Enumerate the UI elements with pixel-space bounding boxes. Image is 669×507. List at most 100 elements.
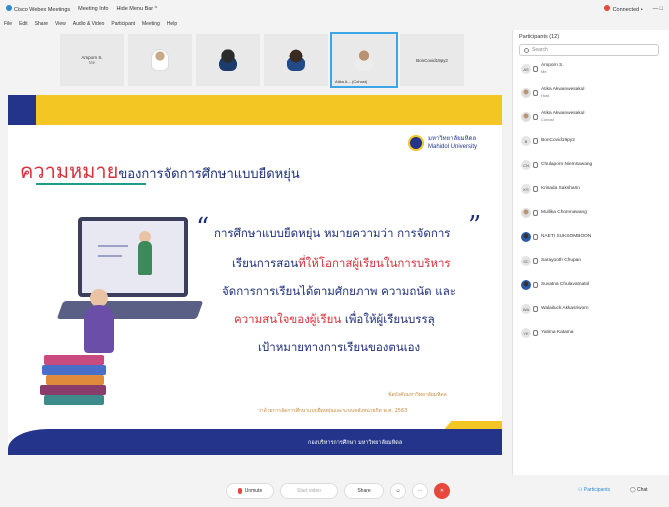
- open-quote: “: [196, 213, 210, 243]
- participant-row[interactable]: CN Chulaporn Niemsawang: [521, 158, 661, 172]
- close-icon: ✕: [439, 488, 445, 494]
- webex-window: Cisco Webex Meetings Meeting Info Hide M…: [0, 0, 669, 507]
- video-tile-participant[interactable]: [128, 34, 192, 86]
- book-stack: [42, 365, 106, 375]
- meeting-controls: Unmute Start video Share ☺ ⋯ ✕ ⚇ Partici…: [0, 475, 669, 507]
- video-tile-name: BonCovid19py2: [416, 57, 448, 63]
- video-tile-participant[interactable]: [196, 34, 260, 86]
- student-figure: [84, 305, 114, 353]
- participant-video: [219, 49, 237, 71]
- video-tile-active-speaker[interactable]: Atika A... (Cohost): [330, 32, 398, 88]
- participant-row[interactable]: SC Sarayooth Chupan: [521, 254, 661, 268]
- mic-icon: [533, 90, 538, 96]
- menu-edit[interactable]: Edit: [19, 21, 28, 27]
- participant-row[interactable]: YK Yatima Katama: [521, 326, 661, 340]
- start-video-button[interactable]: Start video: [280, 483, 338, 499]
- app-title: Cisco Webex Meetings: [6, 5, 70, 13]
- connection-status[interactable]: Connected •: [603, 5, 643, 13]
- slide-footer-org: กองบริหารการศึกษา มหาวิทยาลัยมหิดล: [308, 440, 403, 446]
- menu-meeting[interactable]: Meeting: [142, 21, 160, 27]
- participant-name: Chulaporn Niemsawang: [541, 162, 593, 167]
- participant-name: NAETI SUKSOMBOON: [541, 234, 592, 239]
- mic-icon: [533, 186, 538, 192]
- more-icon: ⋯: [417, 488, 423, 494]
- menu-file[interactable]: File: [4, 21, 12, 27]
- teacher-figure: [138, 241, 152, 275]
- participant-row[interactable]: Mullika Chomnawang: [521, 206, 661, 220]
- participant-role: Cohost: [541, 117, 554, 122]
- mic-icon: [533, 258, 538, 264]
- avatar: [521, 232, 531, 242]
- participant-name: Suvatna Chulavatnatol: [541, 282, 590, 287]
- participant-row[interactable]: B BonCovid19py2: [521, 134, 661, 148]
- video-tile-name: Atika A... (Cohost): [335, 79, 368, 84]
- mic-icon: [533, 162, 538, 168]
- chat-icon: ◯: [630, 487, 637, 493]
- slide-bottom-accent: [444, 421, 502, 429]
- slide-bottom-banner: [8, 429, 502, 455]
- webex-logo-icon: [6, 5, 12, 11]
- menu-view[interactable]: View: [55, 21, 66, 27]
- more-options-button[interactable]: ⋯: [412, 483, 428, 499]
- participant-name: Yatima Katama: [541, 330, 574, 335]
- title-underline: [36, 183, 146, 185]
- video-strip: Amporn S. Me Atika A... (Cohost) BonCovi…: [0, 30, 510, 92]
- avatar: CN: [521, 160, 531, 170]
- mic-icon: [533, 138, 538, 144]
- menu-help[interactable]: Help: [167, 21, 177, 27]
- avatar: [521, 208, 531, 218]
- screen-line: [98, 255, 122, 257]
- university-name: มหาวิทยาลัยมหิดล Mahidol University: [428, 136, 478, 150]
- video-tile-participant[interactable]: [264, 34, 328, 86]
- avatar: AS: [521, 64, 531, 74]
- book-stack: [46, 375, 104, 385]
- participant-row[interactable]: WA Walailuck Akkasriworn: [521, 302, 661, 316]
- mic-icon: [533, 114, 538, 120]
- participant-video: [287, 49, 305, 71]
- reactions-button[interactable]: ☺: [390, 483, 406, 499]
- participants-header[interactable]: Participants (12): [519, 34, 559, 40]
- avatar: B: [521, 136, 531, 146]
- mic-icon: [533, 234, 538, 240]
- participant-name: Walailuck Akkasriworn: [541, 306, 589, 311]
- participant-search-input[interactable]: Search: [519, 44, 659, 56]
- video-tile-boncovid[interactable]: BonCovid19py2: [400, 34, 464, 86]
- quote-line-4: ความสนใจของผู้เรียน เพื่อให้ผู้เรียนบรรล…: [234, 312, 435, 326]
- mic-icon: [533, 330, 538, 336]
- mic-muted-icon: [237, 488, 242, 494]
- laptop-keyboard: [56, 301, 204, 319]
- leave-meeting-button[interactable]: ✕: [434, 483, 450, 499]
- university-seal-icon: [408, 135, 424, 151]
- source-citation: ข้อบังคับมหาวิทยาลัยมหิดล: [388, 392, 447, 398]
- learning-illustration: [38, 205, 204, 415]
- avatar: [521, 112, 531, 122]
- participant-row[interactable]: Atika Akwanwesakul Cohost: [521, 110, 661, 124]
- unmute-button[interactable]: Unmute: [226, 483, 274, 499]
- screen-line: [98, 245, 128, 247]
- participant-name: Krisada Saksharin: [541, 186, 580, 191]
- video-tile-amporn[interactable]: Amporn S. Me: [60, 34, 124, 86]
- participant-row[interactable]: Suvatna Chulavatnatol: [521, 278, 661, 292]
- menu-audio-video[interactable]: Audio & Video: [73, 21, 105, 27]
- avatar: [521, 88, 531, 98]
- hide-menu-bar-button[interactable]: Hide Menu Bar ^: [116, 6, 157, 12]
- share-button[interactable]: Share: [344, 483, 384, 499]
- video-tile-sub: Me: [88, 60, 96, 65]
- meeting-info-button[interactable]: Meeting Info: [78, 6, 108, 12]
- participant-row[interactable]: NAETI SUKSOMBOON: [521, 230, 661, 244]
- participant-row[interactable]: Atika Akwanwesakul Host: [521, 86, 661, 100]
- chat-panel-button[interactable]: ◯ Chat: [630, 487, 648, 493]
- menu-share[interactable]: Share: [35, 21, 48, 27]
- mic-icon: [533, 282, 538, 288]
- participants-panel-button[interactable]: ⚇ Participants: [578, 487, 610, 493]
- slide-top-banner: [8, 95, 502, 125]
- connection-status-icon: [603, 5, 610, 11]
- source-citation-detail: ว่าด้วยการจัดการศึกษาแบบยืดหยุ่นและระบบค…: [258, 408, 408, 414]
- menu-participant[interactable]: Participant: [111, 21, 135, 27]
- shared-content: มหาวิทยาลัยมหิดล Mahidol University ความ…: [8, 95, 502, 455]
- participant-role: Host: [541, 93, 550, 98]
- book-stack: [44, 395, 104, 405]
- participant-row[interactable]: AS Amporn S. Me: [521, 62, 661, 76]
- participant-row[interactable]: KS Krisada Saksharin: [521, 182, 661, 196]
- window-controls[interactable]: — □: [653, 6, 663, 12]
